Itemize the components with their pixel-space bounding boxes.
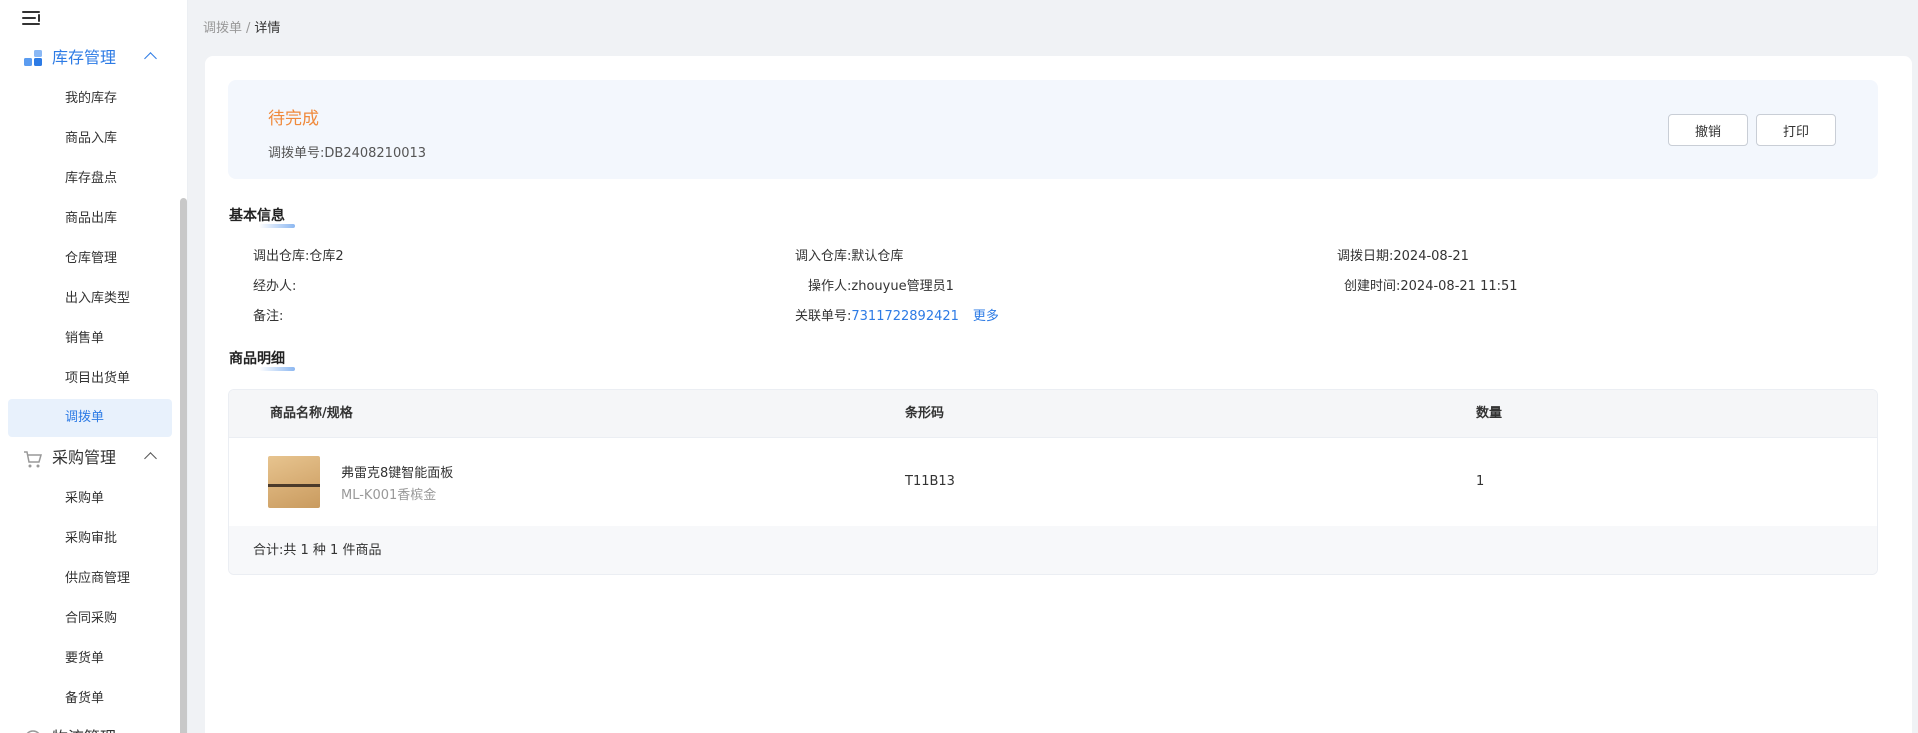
handler-info: 经办人: [253,275,296,294]
breadcrumb-separator: / [246,21,251,36]
menu-group-label: 采购管理 [52,448,117,467]
created-time-value: 2024-08-21 11:51 [1400,279,1518,294]
remark-label: 备注: [253,309,284,324]
operator-info: 操作人:zhouyue管理员1 [808,275,954,294]
status-panel: 待完成 调拨单号:DB2408210013 撤销 打印 [228,80,1878,179]
sidebar-item-stock-prep[interactable]: 备货单 [8,680,172,718]
breadcrumb-parent[interactable]: 调拨单 [203,21,242,36]
more-link[interactable]: 更多 [973,309,999,324]
sidebar-item-contract-purchase[interactable]: 合同采购 [8,600,172,638]
breadcrumb-current: 详情 [254,21,281,36]
transfer-date-value: 2024-08-21 [1393,249,1469,264]
table-footer-total: 合计:共 1 种 1 件商品 [229,526,1877,574]
basic-info-title-text: 基本信息 [229,208,285,224]
menu-group-logistics[interactable]: 物流管理 [0,720,178,733]
sidebar-item-my-inventory[interactable]: 我的库存 [8,80,172,118]
transfer-date-label: 调拨日期: [1337,249,1394,264]
goods-detail-title: 商品明细 [229,348,295,371]
order-number-label: 调拨单号: [268,146,325,161]
goods-detail-title-text: 商品明细 [229,351,285,367]
sidebar-scrollbar[interactable] [180,198,187,733]
menu-group-purchase[interactable]: 采购管理 [0,440,178,476]
sidebar-item-stocktake[interactable]: 库存盘点 [8,160,172,198]
order-number: 调拨单号:DB2408210013 [268,142,426,161]
sidebar: 库存管理 我的库存 商品入库 库存盘点 商品出库 仓库管理 出入库类型 销售单 … [0,0,188,733]
basic-info-title: 基本信息 [229,205,295,228]
sidebar-item-sales-order[interactable]: 销售单 [8,320,172,358]
print-button[interactable]: 打印 [1756,114,1836,146]
sidebar-item-purchase-order[interactable]: 采购单 [8,480,172,518]
sidebar-item-stock-out[interactable]: 商品出库 [8,200,172,238]
related-order-link[interactable]: 7311722892421 [851,309,959,324]
out-warehouse-info: 调出仓库:仓库2 [253,245,344,264]
table-header: 商品名称/规格 条形码 数量 [229,390,1877,438]
table-row: 弗雷克8键智能面板 ML-K001香槟金 T11B13 1 [229,438,1877,526]
sidebar-item-purchase-approval[interactable]: 采购审批 [8,520,172,558]
related-order-info: 关联单号:7311722892421 更多 [795,305,999,324]
handler-label: 经办人: [253,279,297,294]
product-name: 弗雷克8键智能面板 [341,466,454,481]
operator-value: zhouyue管理员1 [851,279,954,294]
breadcrumb: 调拨单 / 详情 [203,17,280,36]
sidebar-item-requisition[interactable]: 要货单 [8,640,172,678]
related-order-label: 关联单号: [795,309,852,324]
sidebar-item-warehouse[interactable]: 仓库管理 [8,240,172,278]
product-thumbnail[interactable] [268,456,320,508]
created-time-info: 创建时间:2024-08-21 11:51 [1344,275,1518,294]
inventory-icon [24,50,42,66]
chevron-up-icon [144,452,157,465]
remark-info: 备注: [253,305,283,324]
menu-group-inventory[interactable]: 库存管理 [0,40,178,76]
product-spec: ML-K001香槟金 [341,488,437,503]
title-underline [259,224,295,228]
sidebar-item-project-shipment[interactable]: 项目出货单 [8,360,172,398]
in-warehouse-info: 调入仓库:默认仓库 [795,245,903,264]
out-warehouse-value: 仓库2 [309,249,344,264]
order-number-value: DB2408210013 [324,146,427,161]
menu-collapse-icon[interactable] [22,8,44,28]
product-barcode: T11B13 [905,474,955,489]
column-header-qty: 数量 [1476,406,1503,421]
goods-table: 商品名称/规格 条形码 数量 弗雷克8键智能面板 ML-K001香槟金 T11B… [228,389,1878,575]
sidebar-item-supplier[interactable]: 供应商管理 [8,560,172,598]
operator-label: 操作人: [808,279,852,294]
sidebar-item-stock-in[interactable]: 商品入库 [8,120,172,158]
menu-group-label: 库存管理 [52,48,117,67]
detail-card: 待完成 调拨单号:DB2408210013 撤销 打印 基本信息 调出仓库:仓库… [205,56,1912,733]
title-underline [259,367,295,371]
sidebar-item-transfer-order[interactable]: 调拨单 [8,399,172,437]
status-title: 待完成 [268,109,319,129]
cart-icon [24,451,42,468]
column-header-name: 商品名称/规格 [270,406,353,421]
menu-group-label: 物流管理 [52,720,116,733]
in-warehouse-value: 默认仓库 [851,249,904,264]
transfer-date-info: 调拨日期:2024-08-21 [1337,245,1469,264]
product-qty: 1 [1476,474,1485,489]
created-time-label: 创建时间: [1344,279,1401,294]
in-warehouse-label: 调入仓库: [795,249,852,264]
logistics-icon [26,730,40,733]
sidebar-item-io-type[interactable]: 出入库类型 [8,280,172,318]
column-header-barcode: 条形码 [905,406,945,421]
chevron-up-icon [144,52,157,65]
revoke-button[interactable]: 撤销 [1668,114,1748,146]
out-warehouse-label: 调出仓库: [253,249,310,264]
